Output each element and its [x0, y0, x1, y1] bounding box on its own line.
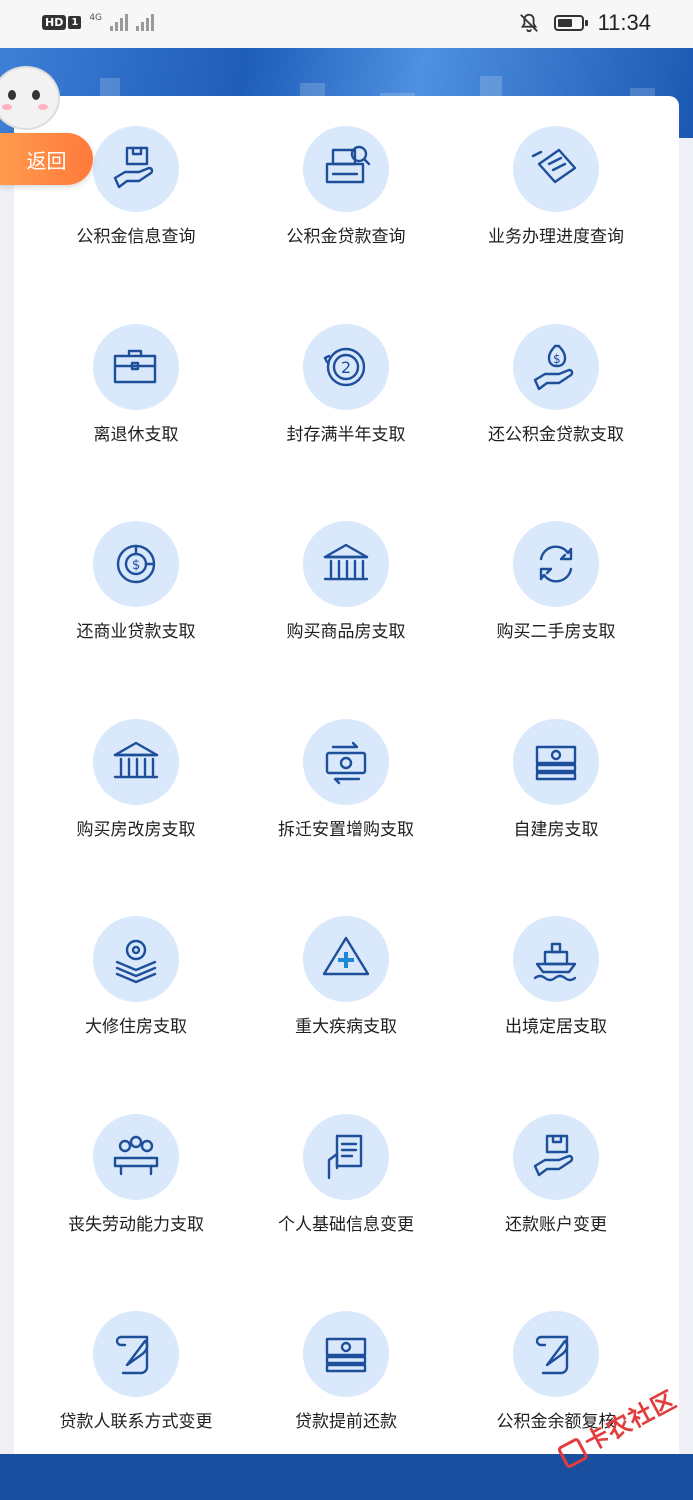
svg-text:$: $ — [132, 558, 140, 573]
service-item[interactable]: 拆迁安置增购支取 — [241, 689, 451, 859]
scroll-quill-icon — [93, 1311, 179, 1397]
service-item[interactable]: 公积金贷款查询 — [241, 96, 451, 266]
service-item[interactable]: 个人基础信息变更 — [241, 1084, 451, 1254]
bank-building-icon — [303, 521, 389, 607]
sim-label: 1 — [68, 15, 82, 29]
service-item[interactable]: 业务办理进度查询 — [451, 96, 661, 266]
hand-document-icon — [303, 1113, 389, 1200]
service-item[interactable]: 重大疾病支取 — [241, 886, 451, 1056]
hd-label: HD — [42, 14, 67, 30]
cycle-two-icon: 2 — [303, 323, 389, 410]
briefcase-icon — [93, 323, 179, 410]
meeting-people-icon — [93, 1113, 179, 1200]
signal-icon — [110, 13, 129, 31]
service-item[interactable]: 出境定居支取 — [451, 886, 661, 1056]
cash-stack-icon — [303, 1311, 389, 1397]
scroll-quill-icon — [513, 1311, 599, 1397]
service-item[interactable]: 离退休支取 — [31, 294, 241, 464]
hd-indicator: HD 1 — [42, 14, 82, 30]
service-label: 还公积金贷款支取 — [488, 424, 624, 445]
status-bar: HD 1 4G 11:34 — [0, 0, 693, 48]
service-label: 大修住房支取 — [85, 1017, 187, 1037]
battery-icon — [553, 15, 588, 31]
money-transfer-icon — [303, 718, 389, 805]
status-right: 11:34 — [518, 10, 651, 36]
service-label: 个人基础信息变更 — [278, 1214, 414, 1235]
service-card: 公积金信息查询 公积金贷款查询 业务办理进度查询离退休支取 2 封存满半年支取 $ 还公积金… — [14, 96, 679, 1466]
hand-box-icon — [93, 126, 179, 212]
network-label: 4G — [89, 13, 103, 23]
cash-stack-icon — [513, 718, 599, 805]
service-label: 自建房支取 — [513, 819, 599, 840]
service-item[interactable]: 自建房支取 — [451, 689, 661, 859]
service-label: 公积金贷款查询 — [286, 227, 406, 247]
service-label: 贷款人联系方式变更 — [59, 1412, 213, 1432]
service-label: 拆迁安置增购支取 — [278, 819, 414, 840]
service-item[interactable]: 2 封存满半年支取 — [241, 294, 451, 464]
hand-box-icon — [513, 1113, 599, 1200]
service-item[interactable]: 购买商品房支取 — [241, 491, 451, 661]
svg-text:$: $ — [553, 352, 561, 366]
service-label: 公积金信息查询 — [76, 227, 196, 247]
bank-building-icon — [93, 718, 179, 805]
service-label: 贷款提前还款 — [295, 1412, 397, 1432]
return-button[interactable]: 返回 — [0, 133, 93, 185]
svg-text:2: 2 — [341, 358, 351, 377]
refresh-icon — [513, 521, 599, 607]
service-item[interactable]: 贷款人联系方式变更 — [31, 1281, 241, 1451]
bottom-bar — [0, 1454, 693, 1500]
service-item[interactable]: 丧失劳动能力支取 — [31, 1084, 241, 1254]
medical-cross-icon — [303, 916, 389, 1002]
service-item[interactable]: $ 还公积金贷款支取 — [451, 294, 661, 464]
service-label: 还款账户变更 — [505, 1214, 607, 1235]
service-label: 丧失劳动能力支取 — [68, 1214, 204, 1235]
service-item[interactable]: 购买房改房支取 — [31, 689, 241, 859]
service-label: 购买二手房支取 — [496, 622, 616, 642]
service-label: 还商业贷款支取 — [76, 622, 196, 642]
status-left: HD 1 4G — [42, 13, 155, 31]
bell-muted-icon — [519, 13, 538, 33]
service-label: 重大疾病支取 — [295, 1017, 397, 1037]
service-label: 出境定居支取 — [505, 1017, 607, 1037]
document-icon — [513, 126, 599, 212]
service-item[interactable]: 购买二手房支取 — [451, 491, 661, 661]
service-label: 购买商品房支取 — [286, 622, 406, 642]
printer-search-icon — [303, 126, 389, 212]
service-item[interactable]: 还款账户变更 — [451, 1084, 661, 1254]
service-item[interactable]: $ 还商业贷款支取 — [31, 491, 241, 661]
service-label: 离退休支取 — [93, 424, 179, 445]
service-label: 购买房改房支取 — [76, 819, 196, 840]
service-label: 封存满半年支取 — [286, 424, 406, 445]
clock: 11:34 — [597, 10, 651, 35]
service-label: 业务办理进度查询 — [488, 227, 624, 247]
money-bag-hand-icon: $ — [513, 323, 599, 410]
service-item[interactable]: 大修住房支取 — [31, 886, 241, 1056]
service-item[interactable]: 贷款提前还款 — [241, 1281, 451, 1451]
gear-layers-icon — [93, 916, 179, 1002]
signal-icon-2 — [136, 13, 155, 31]
dollar-chart-icon: $ — [93, 521, 179, 607]
ship-icon — [513, 916, 599, 1002]
